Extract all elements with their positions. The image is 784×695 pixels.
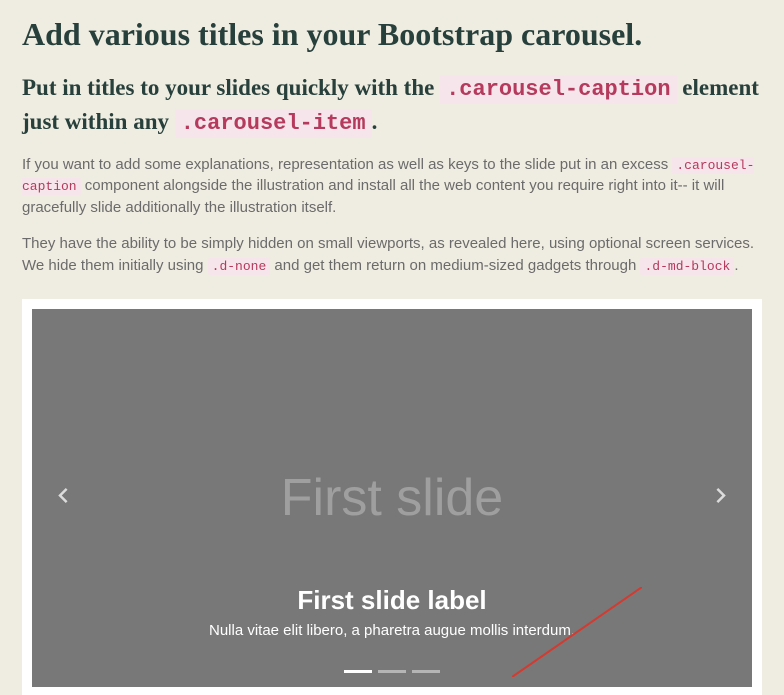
page-title: Add various titles in your Bootstrap car… [22,14,762,54]
para2-c: . [734,257,738,274]
indicator-1[interactable] [344,670,372,673]
code-carousel-item: .carousel-item [175,109,372,138]
carousel-caption: First slide label Nulla vitae elit liber… [32,585,752,639]
para1-a: If you want to add some explanations, re… [22,156,672,173]
indicator-2[interactable] [378,670,406,673]
chevron-left-icon [52,485,72,505]
code-d-md-block: .d-md-block [640,258,734,275]
subtitle-text-3: . [372,109,378,134]
caption-title: First slide label [32,585,752,616]
paragraph-2: They have the ability to be simply hidde… [22,233,762,277]
carousel-next-button[interactable] [692,485,752,510]
carousel-container: First slide First slide label Nulla vita… [22,299,762,695]
para1-b: component alongside the illustration and… [22,177,724,216]
subtitle: Put in titles to your slides quickly wit… [22,72,762,140]
para2-b: and get them return on medium-sized gadg… [270,257,640,274]
slide-placeholder-text: First slide [281,468,503,528]
chevron-right-icon [712,485,732,505]
code-carousel-caption: .carousel-caption [440,75,676,104]
indicator-3[interactable] [412,670,440,673]
caption-text: Nulla vitae elit libero, a pharetra augu… [32,622,752,639]
carousel-indicators [32,670,752,673]
subtitle-text-1: Put in titles to your slides quickly wit… [22,75,440,100]
carousel: First slide First slide label Nulla vita… [32,309,752,687]
carousel-prev-button[interactable] [32,485,92,510]
code-d-none: .d-none [208,258,271,275]
paragraph-1: If you want to add some explanations, re… [22,154,762,219]
